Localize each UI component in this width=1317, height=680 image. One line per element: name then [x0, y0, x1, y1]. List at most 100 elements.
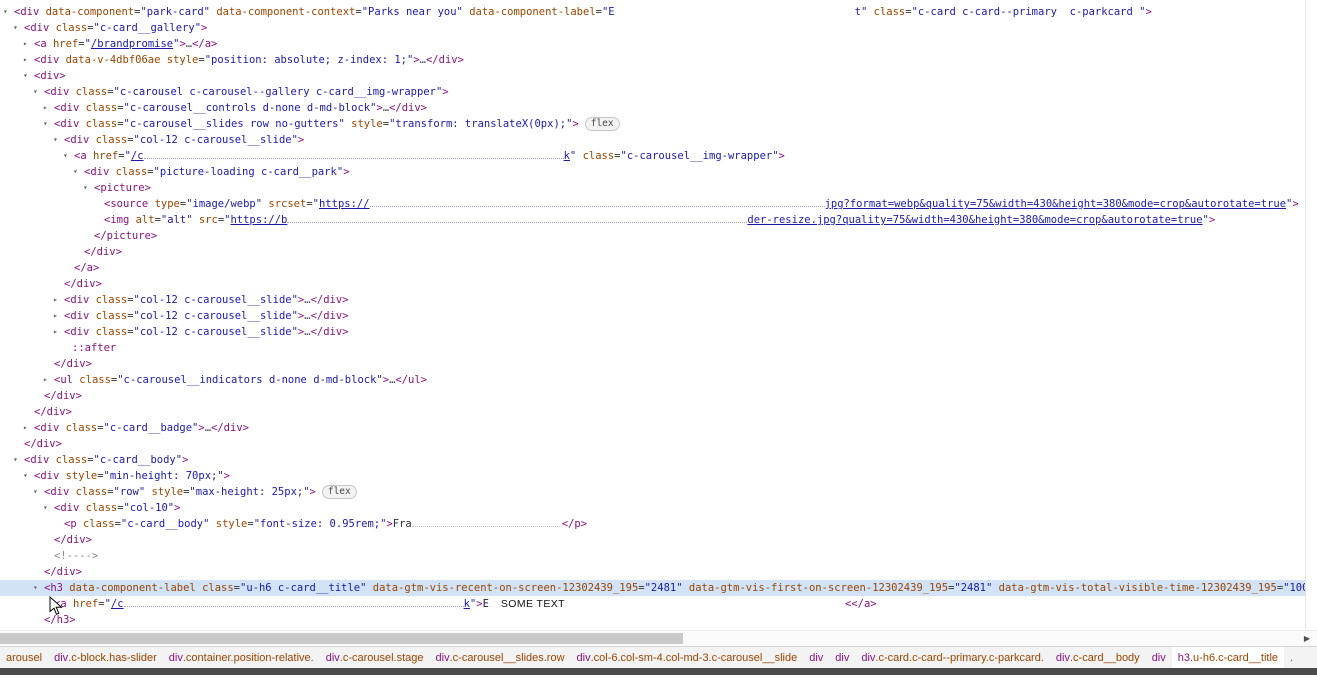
syntax-attribute-value: "u-h6 c-card__title"	[240, 582, 366, 594]
devtools-tree-row[interactable]: ▸<a href="/brandpromise">…</a>	[0, 36, 1317, 52]
expand-arrow-icon[interactable]: ▸	[53, 324, 58, 340]
syntax-tag: <div	[64, 134, 96, 146]
devtools-tree-row[interactable]: ▸<div class="col-12 c-carousel__slide">……	[0, 324, 1317, 340]
devtools-tree-row[interactable]: ▾<div style="min-height: 70px;">	[0, 468, 1317, 484]
collapse-arrow-icon[interactable]: ▾	[83, 180, 88, 196]
devtools-tree-row[interactable]: ▾<div class="c-carousel c-carousel--gall…	[0, 84, 1317, 100]
collapse-arrow-icon[interactable]: ▾	[33, 580, 38, 596]
breadcrumb-item[interactable]: div.c-card__body	[1050, 647, 1146, 668]
devtools-tree-row[interactable]: ▾<div class="row" style="max-height: 25p…	[0, 484, 1317, 500]
expand-arrow-icon[interactable]: ▸	[23, 420, 28, 436]
attribute-link[interactable]: https://	[319, 198, 370, 210]
devtools-tree-row[interactable]: ▸<div class="c-carousel__controls d-none…	[0, 100, 1317, 116]
devtools-tree-row[interactable]: ▾<div class="col-10">	[0, 500, 1317, 516]
devtools-tree-row[interactable]: </div>	[0, 388, 1317, 404]
syntax-attribute-name: class	[96, 134, 128, 146]
attribute-link[interactable]: der-resize.jpg?quality=75&width=430&heig…	[747, 214, 1202, 226]
attribute-link[interactable]: /c	[111, 598, 124, 610]
collapse-arrow-icon[interactable]: ▾	[3, 4, 8, 20]
collapse-arrow-icon[interactable]: ▾	[63, 148, 68, 164]
syntax-attribute-name: class	[66, 422, 98, 434]
attribute-link[interactable]: jpg?format=webp&quality=75&width=430&hei…	[825, 198, 1286, 210]
breadcrumb-item[interactable]: .	[1284, 647, 1299, 668]
syntax-tag: <div>	[34, 70, 66, 82]
devtools-tree-row[interactable]: </h3>	[0, 612, 1317, 628]
devtools-tree-row[interactable]: </div>	[0, 436, 1317, 452]
collapse-arrow-icon[interactable]: ▾	[13, 452, 18, 468]
syntax-tag: </a>	[192, 38, 217, 50]
devtools-tree-row[interactable]: ▾<div class="c-card__gallery">	[0, 20, 1317, 36]
devtools-tree-row[interactable]: </div>	[0, 356, 1317, 372]
breadcrumb-item[interactable]: arousel	[0, 647, 48, 668]
collapse-arrow-icon[interactable]: ▾	[13, 20, 18, 36]
collapse-arrow-icon[interactable]: ▾	[43, 500, 48, 516]
devtools-tree-row[interactable]: ▸<div class="col-12 c-carousel__slide">……	[0, 308, 1317, 324]
devtools-tree-row[interactable]: </div>	[0, 244, 1317, 260]
selected-tree-row[interactable]: ▾<h3 data-component-label class="u-h6 c-…	[0, 580, 1317, 596]
horizontal-scrollbar[interactable]: ▶	[0, 630, 1317, 646]
collapse-arrow-icon[interactable]: ▾	[33, 484, 38, 500]
devtools-tree-row[interactable]: ▾ <div>	[0, 68, 1317, 84]
expand-arrow-icon[interactable]: ▸	[53, 308, 58, 324]
syntax-tag: <div	[14, 6, 46, 18]
breadcrumb-item[interactable]: div.container.position-relative.	[163, 647, 320, 668]
devtools-tree-row[interactable]: ▸<div class="c-card__badge">…</div>	[0, 420, 1317, 436]
expand-arrow-icon[interactable]: ▸	[43, 100, 48, 116]
devtools-tree-row[interactable]: ::after	[0, 340, 1317, 356]
devtools-tree-row[interactable]: ▸<div data-v-4dbf06ae style="position: a…	[0, 52, 1317, 68]
devtools-tree-row[interactable]: ▾<a href="/ck" class="c-carousel__img-wr…	[0, 148, 1317, 164]
syntax-attribute-value: "col-12 c-carousel__slide"	[134, 326, 298, 338]
devtools-tree-row[interactable]: </div>	[0, 404, 1317, 420]
devtools-tree-row[interactable]: </div>	[0, 564, 1317, 580]
devtools-tree-row[interactable]: ▾<div class="c-card__body">	[0, 452, 1317, 468]
devtools-tree-row[interactable]: ▸<div class="col-12 c-carousel__slide">……	[0, 292, 1317, 308]
breadcrumb-item[interactable]: div	[1146, 647, 1172, 668]
devtools-tree-row[interactable]: </picture>	[0, 228, 1317, 244]
devtools-tree-row[interactable]: </div>	[0, 532, 1317, 548]
devtools-tree-row[interactable]: ▾<div class="picture-loading c-card__par…	[0, 164, 1317, 180]
expand-arrow-icon[interactable]: ▸	[23, 36, 28, 52]
syntax-tag: </div>	[311, 310, 349, 322]
collapse-arrow-icon[interactable]: ▾	[73, 164, 78, 180]
breadcrumb-item[interactable]: div	[829, 647, 855, 668]
breadcrumb-item[interactable]: div.col-6.col-sm-4.col-md-3.c-carousel__…	[571, 647, 804, 668]
devtools-tree-row[interactable]: ▾<picture>	[0, 180, 1317, 196]
collapse-arrow-icon[interactable]: ▾	[33, 84, 38, 100]
breadcrumb-item[interactable]: div.c-card.c-card--primary.c-parkcard.	[855, 647, 1050, 668]
devtools-tree-row[interactable]: <!---->	[0, 548, 1317, 564]
devtools-tree-row[interactable]: ▾<div class="c-carousel__slides row no-g…	[0, 116, 1317, 132]
attribute-link[interactable]: /brandpromise	[91, 38, 173, 50]
syntax-tag: >	[298, 134, 304, 146]
flex-badge[interactable]: flex	[322, 485, 357, 499]
devtools-tree-row[interactable]: <source type="image/webp" srcset="https:…	[0, 196, 1317, 212]
devtools-tree-row[interactable]: </a>	[0, 260, 1317, 276]
horizontal-scrollbar-thumb[interactable]	[0, 633, 683, 644]
collapse-arrow-icon[interactable]: ▾	[53, 132, 58, 148]
devtools-tree-row[interactable]: ▾<div class="col-12 c-carousel__slide">	[0, 132, 1317, 148]
devtools-tree-row[interactable]: <a href="/ck">ESOME TEXT<</a>	[0, 596, 1317, 612]
scroll-right-arrow-icon[interactable]: ▶	[1301, 632, 1313, 645]
collapse-arrow-icon[interactable]: ▾	[23, 468, 28, 484]
attribute-link[interactable]: /c	[131, 150, 144, 162]
devtools-tree-row[interactable]: </div>	[0, 276, 1317, 292]
flex-badge[interactable]: flex	[585, 117, 620, 131]
devtools-tree-row[interactable]: ▸<ul class="c-carousel__indicators d-non…	[0, 372, 1317, 388]
syntax-text: Fra	[393, 518, 412, 530]
breadcrumb-item[interactable]: div.c-carousel.stage	[320, 647, 430, 668]
collapse-arrow-icon[interactable]: ▾	[43, 116, 48, 132]
attribute-link[interactable]: https://b	[230, 214, 287, 226]
expand-arrow-icon[interactable]: ▸	[43, 372, 48, 388]
expand-arrow-icon[interactable]: ▸	[53, 292, 58, 308]
breadcrumb-item[interactable]: div.c-block.has-slider	[48, 647, 163, 668]
breadcrumb-item[interactable]: div.c-carousel__slides.row	[430, 647, 571, 668]
expand-arrow-icon[interactable]: ▸	[23, 52, 28, 68]
devtools-tree-row[interactable]: <img alt="alt" src="https://bder-resize.…	[0, 212, 1317, 228]
devtools-tree-row[interactable]: <p class="c-card__body" style="font-size…	[0, 516, 1317, 532]
devtools-tree-row[interactable]: ▾<div data-component="park-card" data-co…	[0, 4, 1317, 20]
syntax-attribute-name: data-component-label	[69, 582, 195, 594]
collapse-arrow-icon[interactable]: ▾	[23, 68, 28, 84]
syntax-attribute-value: "c-carousel__img-wrapper"	[621, 150, 779, 162]
syntax-tag: <div	[34, 470, 66, 482]
breadcrumb-item-selected[interactable]: h3.u-h6.c-card__title	[1172, 647, 1284, 668]
breadcrumb-item[interactable]: div	[803, 647, 829, 668]
